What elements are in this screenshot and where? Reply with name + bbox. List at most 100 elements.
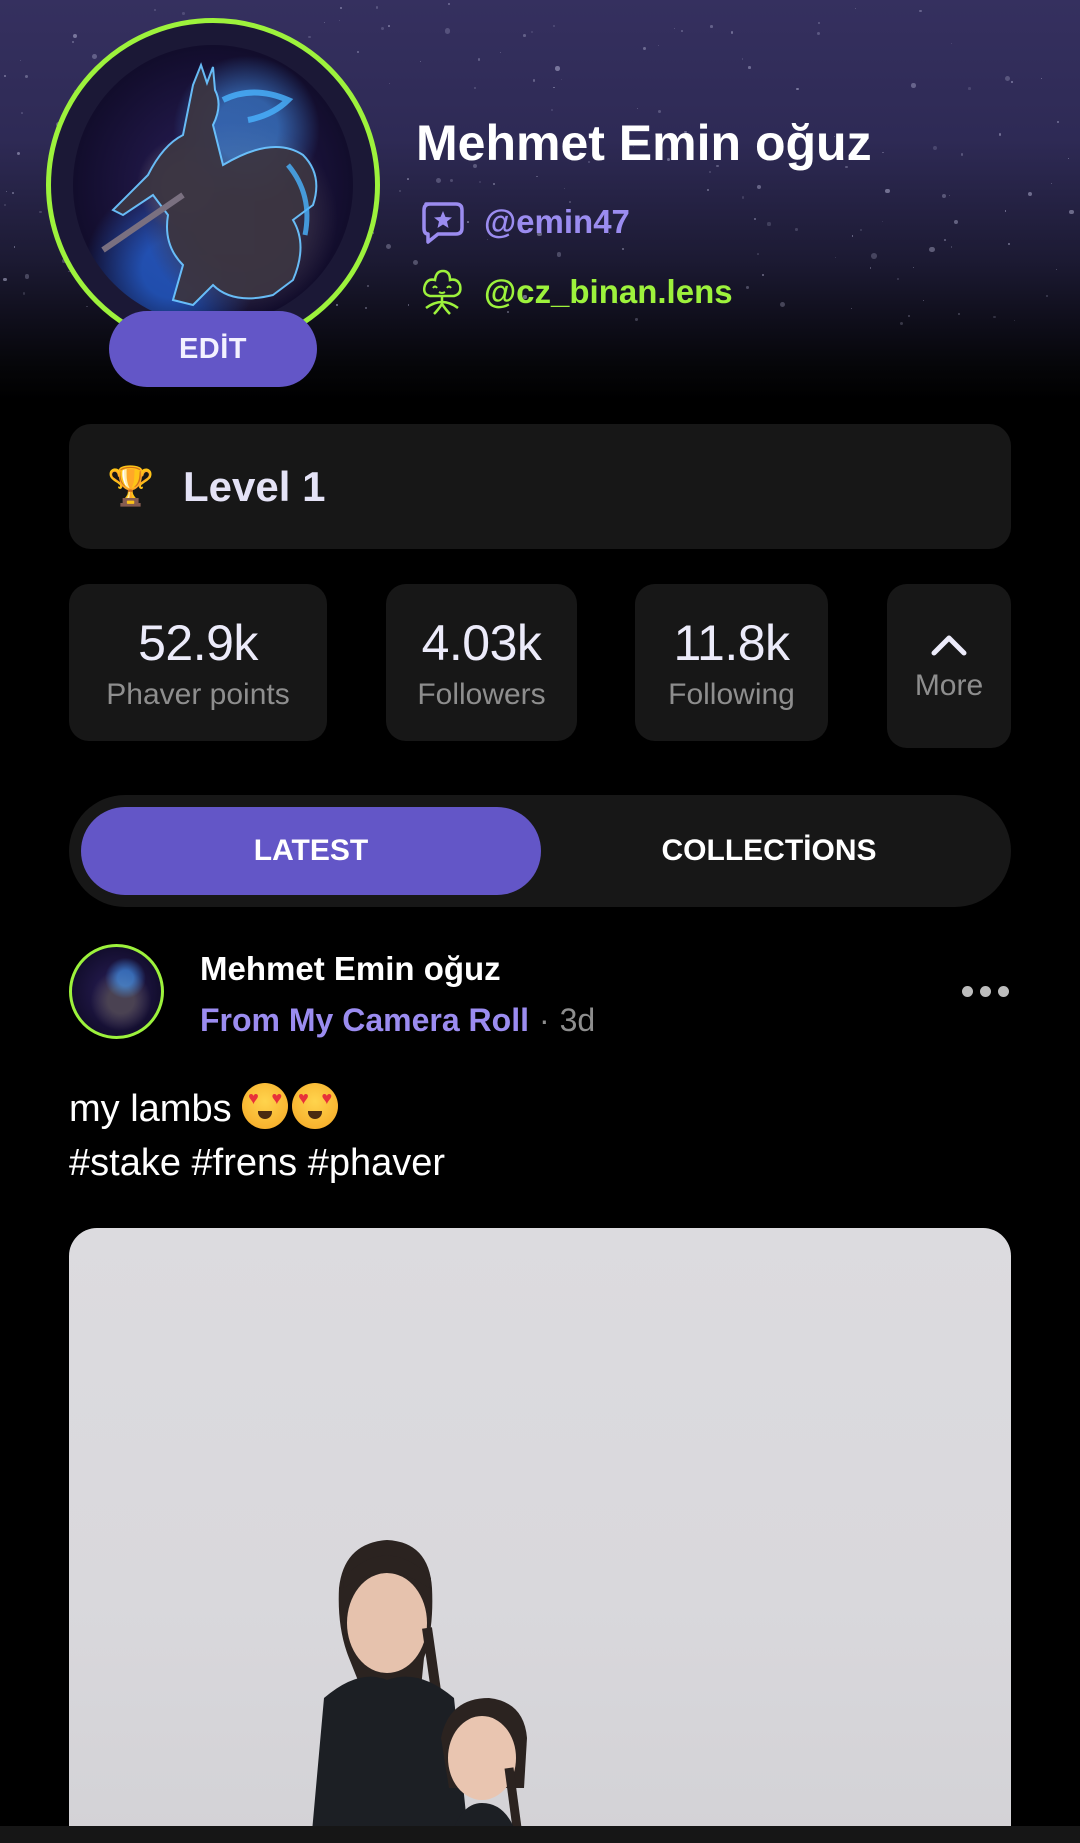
post-author-name[interactable]: Mehmet Emin oğuz	[200, 950, 501, 988]
star-decoration	[907, 314, 910, 317]
more-stats-button[interactable]: More	[887, 584, 1011, 748]
stat-value: 11.8k	[673, 614, 790, 671]
star-decoration	[929, 246, 935, 253]
post-age: 3d	[559, 1002, 596, 1038]
more-label: More	[914, 669, 984, 702]
star-decoration	[951, 42, 953, 44]
star-decoration	[536, 175, 538, 178]
star-decoration	[389, 82, 391, 84]
stat-value: 4.03k	[421, 614, 542, 671]
phaver-handle[interactable]: @emin47	[416, 196, 630, 248]
star-decoration	[13, 246, 16, 248]
avatar-image	[73, 45, 353, 325]
heart-eyes-emoji-icon	[292, 1083, 339, 1129]
star-decoration	[408, 304, 410, 306]
dot-icon	[962, 985, 973, 997]
star-decoration	[1050, 183, 1052, 185]
star-decoration	[1014, 320, 1016, 322]
star-decoration	[436, 177, 442, 183]
star-decoration	[375, 6, 379, 9]
stat-label: Followers	[417, 677, 546, 711]
star-decoration	[869, 267, 872, 269]
star-decoration	[753, 217, 756, 221]
star-decoration	[835, 256, 837, 258]
star-decoration	[851, 235, 854, 237]
lens-handle[interactable]: @cz_binan.lens	[416, 266, 733, 318]
phaver-chat-star-icon	[422, 202, 464, 244]
star-decoration	[398, 190, 401, 193]
dot-icon	[998, 985, 1009, 997]
star-decoration	[3, 277, 7, 282]
knight-on-horse-image	[101, 62, 318, 307]
star-decoration	[757, 184, 762, 189]
stat-following[interactable]: 11.8k Following	[635, 584, 828, 741]
star-decoration	[336, 304, 338, 306]
star-decoration	[324, 21, 326, 24]
post-hashtags[interactable]: #stake #frens #phaver	[69, 1136, 445, 1190]
star-decoration	[380, 26, 385, 31]
star-decoration	[742, 58, 744, 60]
level-card[interactable]: 🏆 Level 1	[69, 424, 1011, 549]
post-text: my lambs #stake #frens #phaver	[69, 1082, 445, 1190]
star-decoration	[706, 188, 710, 192]
star-decoration	[817, 22, 820, 24]
lens-flower-icon	[422, 269, 462, 315]
chevron-up-icon	[931, 635, 967, 656]
profile-tabs: LATEST COLLECTİONS	[69, 795, 1011, 907]
star-decoration	[412, 259, 419, 265]
meta-separator: ·	[538, 1002, 550, 1038]
star-decoration	[388, 25, 390, 27]
post-options-button[interactable]	[962, 982, 1012, 1000]
post-text-line-1: my lambs	[69, 1082, 445, 1136]
star-decoration	[340, 7, 343, 10]
star-decoration	[308, 35, 312, 39]
star-decoration	[25, 274, 30, 279]
star-decoration	[967, 87, 971, 90]
star-decoration	[780, 302, 786, 308]
star-decoration	[748, 66, 752, 70]
star-decoration	[673, 28, 675, 30]
star-decoration	[643, 47, 647, 51]
star-decoration	[385, 244, 391, 250]
star-decoration	[885, 188, 890, 194]
tab-collections[interactable]: COLLECTİONS	[539, 807, 999, 895]
star-decoration	[851, 307, 853, 309]
star-decoration	[923, 300, 925, 302]
star-decoration	[182, 12, 185, 15]
star-decoration	[450, 178, 454, 182]
star-decoration	[960, 153, 963, 156]
star-decoration	[445, 28, 451, 34]
star-decoration	[756, 252, 759, 255]
star-decoration	[550, 109, 553, 111]
star-decoration	[993, 316, 996, 319]
stat-label: Phaver points	[106, 677, 290, 711]
lens-handle-text: @cz_binan.lens	[484, 273, 733, 310]
star-decoration	[710, 25, 713, 28]
edit-profile-button[interactable]: EDİT	[109, 311, 317, 387]
star-decoration	[897, 278, 900, 281]
star-decoration	[447, 2, 450, 5]
post-image[interactable]	[69, 1228, 1011, 1843]
star-decoration	[944, 239, 947, 242]
post-source[interactable]: From My Camera Roll	[200, 1002, 529, 1039]
star-decoration	[1040, 77, 1042, 79]
star-decoration	[899, 321, 903, 325]
post-author-avatar[interactable]	[69, 944, 164, 1039]
stat-value: 52.9k	[138, 614, 258, 671]
star-decoration	[5, 190, 7, 192]
bottom-navigation-bar	[0, 1826, 1080, 1843]
star-decoration	[91, 53, 97, 59]
star-decoration	[71, 41, 74, 44]
star-decoration	[420, 60, 422, 62]
star-decoration	[1055, 268, 1058, 271]
stat-followers[interactable]: 4.03k Followers	[386, 584, 577, 741]
star-decoration	[1011, 81, 1013, 83]
star-decoration	[1004, 210, 1007, 212]
stat-phaver-points[interactable]: 52.9k Phaver points	[69, 584, 327, 741]
tab-latest[interactable]: LATEST	[81, 807, 541, 895]
profile-avatar[interactable]	[46, 18, 380, 352]
star-decoration	[153, 8, 157, 11]
star-decoration	[478, 181, 481, 184]
star-decoration	[949, 194, 951, 196]
phaver-handle-text: @emin47	[484, 203, 630, 240]
